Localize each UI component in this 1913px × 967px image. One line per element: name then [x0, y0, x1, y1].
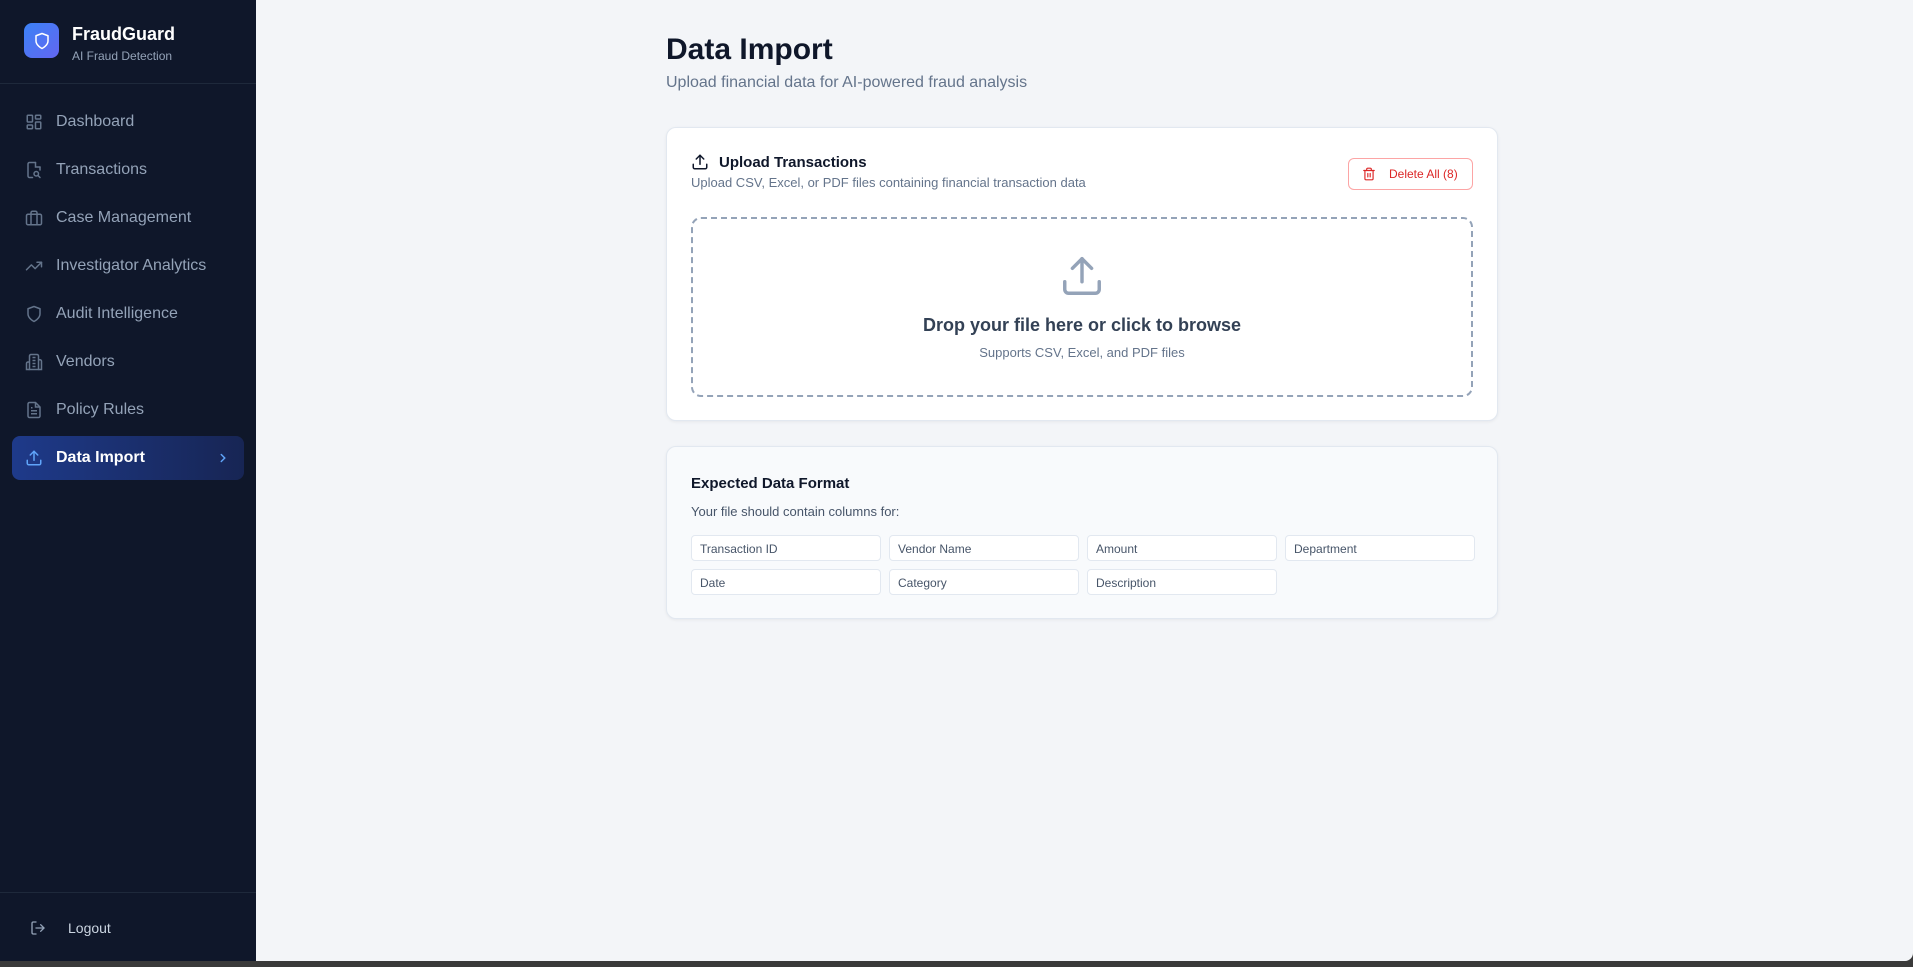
upload-icon — [692, 154, 708, 170]
delete-all-label: Delete All (8) — [1389, 167, 1458, 181]
briefcase-icon — [25, 210, 43, 226]
column-chip: Vendor Name — [889, 535, 1079, 561]
sidebar-item-dashboard[interactable]: Dashboard — [12, 100, 244, 144]
page-title: Data Import — [666, 33, 833, 66]
column-chip: Amount — [1087, 535, 1277, 561]
trash-icon — [1363, 167, 1375, 181]
trending-up-icon — [25, 261, 43, 271]
upload-card-title: Upload Transactions — [719, 154, 867, 171]
upload-icon — [26, 450, 42, 466]
logout-icon — [31, 921, 45, 935]
sidebar-item-label: Transactions — [56, 161, 147, 178]
document-search-icon — [27, 161, 41, 179]
sidebar-item-label: Investigator Analytics — [56, 257, 207, 274]
page-subtitle: Upload financial data for AI-powered fra… — [666, 74, 1028, 91]
file-dropzone[interactable]: Drop your file here or click to browse S… — [691, 217, 1473, 397]
sidebar-item-policy-rules[interactable]: Policy Rules — [12, 388, 244, 432]
divider — [0, 892, 256, 893]
dropzone-subtitle: Supports CSV, Excel, and PDF files — [979, 345, 1185, 360]
chevron-right-icon — [220, 453, 226, 463]
sidebar-item-vendors[interactable]: Vendors — [12, 340, 244, 384]
delete-all-button[interactable]: Delete All (8) — [1348, 158, 1473, 190]
sidebar-item-transactions[interactable]: Transactions — [12, 148, 244, 192]
column-chip: Transaction ID — [691, 535, 881, 561]
logout-label: Logout — [68, 920, 111, 936]
brand-name: FraudGuard — [72, 24, 176, 44]
brand-header: FraudGuard AI Fraud Detection — [0, 0, 256, 84]
sidebar: FraudGuard AI Fraud Detection Dashboard … — [0, 0, 256, 961]
upload-card-description: Upload CSV, Excel, or PDF files containi… — [691, 175, 1086, 190]
file-text-icon — [27, 401, 41, 419]
sidebar-item-label: Vendors — [56, 353, 115, 370]
format-card-description: Your file should contain columns for: — [691, 504, 900, 519]
shield-icon — [27, 305, 41, 323]
sidebar-item-case-management[interactable]: Case Management — [12, 196, 244, 240]
sidebar-item-label: Case Management — [56, 209, 192, 226]
upload-card: Upload Transactions Upload CSV, Excel, o… — [666, 127, 1498, 421]
main-content: Data Import Upload financial data for AI… — [256, 0, 1913, 961]
format-card-title: Expected Data Format — [691, 475, 850, 492]
expected-format-card: Expected Data Format Your file should co… — [666, 446, 1498, 619]
sidebar-item-audit-intelligence[interactable]: Audit Intelligence — [12, 292, 244, 336]
grid-icon — [26, 114, 42, 130]
sidebar-item-investigator-analytics[interactable]: Investigator Analytics — [12, 244, 244, 288]
sidebar-item-data-import[interactable]: Data Import — [12, 436, 244, 480]
sidebar-item-label: Policy Rules — [56, 401, 145, 418]
sidebar-item-label: Dashboard — [56, 113, 135, 130]
column-chip: Category — [889, 569, 1079, 595]
column-chip: Department — [1285, 535, 1475, 561]
building-icon — [25, 353, 43, 371]
app-window: FraudGuard AI Fraud Detection Dashboard … — [0, 0, 1913, 961]
column-chip: Description — [1087, 569, 1277, 595]
sidebar-item-label: Audit Intelligence — [56, 305, 178, 322]
sidebar-item-label: Data Import — [56, 449, 145, 466]
logout-button[interactable]: Logout — [20, 910, 236, 946]
shield-logo-icon — [24, 23, 59, 58]
dropzone-title: Drop your file here or click to browse — [922, 315, 1242, 335]
brand-subtitle: AI Fraud Detection — [72, 49, 173, 63]
column-chip: Date — [691, 569, 881, 595]
upload-icon — [1063, 257, 1101, 295]
